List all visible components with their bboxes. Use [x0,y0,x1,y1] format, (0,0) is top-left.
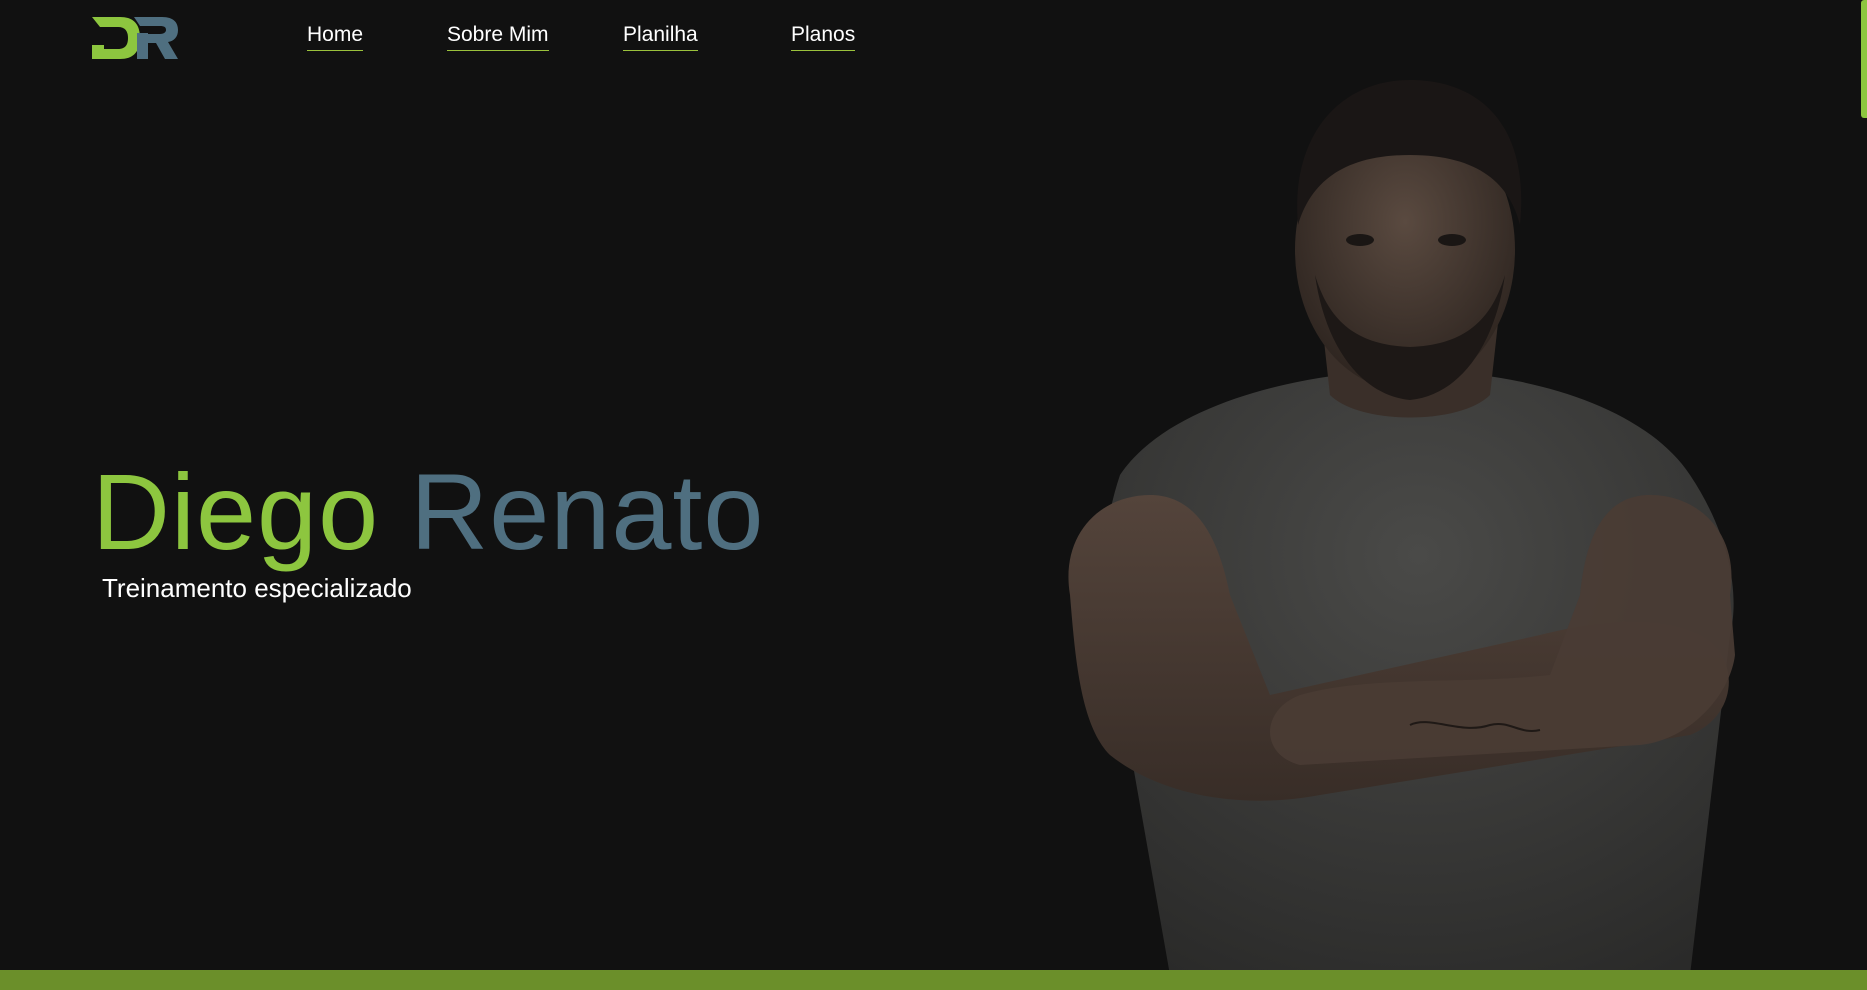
hero-title: Diego Renato [92,448,764,576]
hero-subtitle: Treinamento especializado [102,573,412,603]
hero-last-name: Renato [410,451,765,572]
bottom-accent-bar [0,970,1867,990]
trainer-portrait-photo [1068,80,1735,975]
landing-page: Home Sobre Mim Planilha Planos Diego Ren… [0,0,1867,990]
nav-home-link[interactable]: Home [307,22,364,51]
hero-first-name: Diego [92,451,380,572]
scroll-indicator[interactable] [1861,0,1867,118]
nav-planos-link[interactable]: Planos [791,22,856,51]
nav-sobre-mim-link[interactable]: Sobre Mim [447,22,549,51]
dr-logo-icon[interactable] [90,15,180,61]
nav-planilha-link[interactable]: Planilha [623,22,698,51]
